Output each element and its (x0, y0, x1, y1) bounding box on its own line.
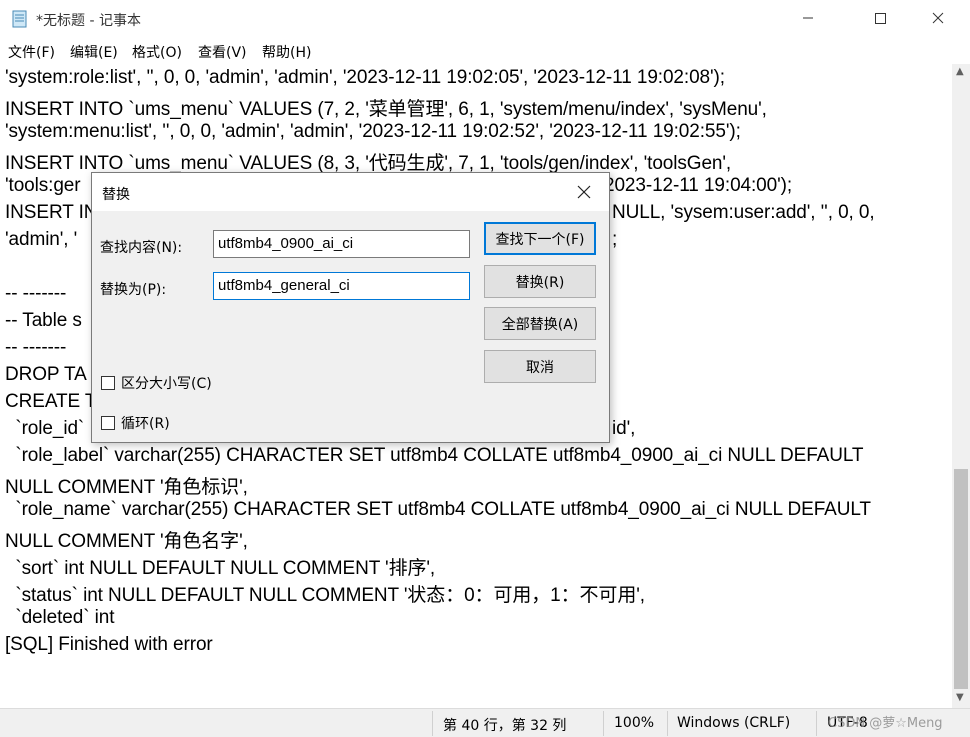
editor-line: -- ------- (5, 283, 67, 304)
menu-bar: 文件(F) 编辑(E) 格式(O) 查看(V) 帮助(H) (0, 38, 970, 64)
replace-all-button[interactable]: 全部替换(A) (484, 307, 596, 340)
replace-button[interactable]: 替换(R) (484, 265, 596, 298)
find-label: 查找内容(N): (100, 240, 183, 256)
title-bar: *无标题 - 记事本 (0, 0, 970, 38)
scroll-up-icon[interactable]: ▲ (956, 66, 964, 77)
editor-line: `role_name` varchar(255) CHARACTER SET u… (5, 499, 871, 520)
maximize-button[interactable] (856, 0, 904, 36)
dialog-title: 替换 (102, 187, 130, 203)
close-icon (577, 185, 591, 199)
editor-line-fragment: id', (612, 418, 636, 439)
editor-line-fragment: 2023-12-11 19:04:00'); (604, 175, 793, 196)
replace-dialog: 替换 查找内容(N): utf8mb4_0900_ai_ci 替换为(P): u… (91, 172, 610, 443)
replace-label: 替换为(P): (100, 282, 167, 298)
status-separator (667, 711, 668, 736)
minimize-button[interactable] (784, 0, 832, 36)
status-separator (816, 711, 817, 736)
editor-line: `role_label` varchar(255) CHARACTER SET … (5, 445, 864, 466)
match-case-checkbox[interactable] (101, 376, 115, 390)
notepad-icon (10, 9, 30, 29)
menu-format[interactable]: 格式(O) (132, 42, 182, 62)
wrap-label: 循环(R) (121, 416, 170, 432)
editor-line: -- Table s (5, 310, 82, 331)
editor-line: 'tools:ger (5, 175, 81, 196)
watermark: CSDN @萝☆Meng (828, 716, 943, 731)
menu-edit[interactable]: 编辑(E) (70, 42, 118, 62)
vertical-scrollbar[interactable]: ▲ ▼ (952, 64, 970, 708)
close-button[interactable] (914, 0, 962, 36)
editor-line: 'admin', ' (5, 229, 78, 250)
dialog-close-button[interactable] (570, 179, 598, 205)
wrap-checkbox[interactable] (101, 416, 115, 430)
status-bar: 第 40 行，第 32 列 100% Windows (CRLF) UTF-8 (0, 708, 970, 737)
scroll-down-icon[interactable]: ▼ (956, 692, 964, 703)
editor-line: `role_id` (5, 418, 85, 439)
match-case-option[interactable]: 区分大小写(C) (101, 373, 212, 393)
match-case-label: 区分大小写(C) (121, 376, 212, 392)
wrap-option[interactable]: 循环(R) (101, 413, 170, 433)
dialog-title-bar: 替换 (92, 173, 609, 211)
editor-line: -- ------- (5, 337, 67, 358)
menu-file[interactable]: 文件(F) (8, 42, 55, 62)
editor-line: [SQL] Finished with error (5, 634, 213, 655)
window-title: *无标题 - 记事本 (36, 13, 141, 29)
menu-view[interactable]: 查看(V) (198, 42, 247, 62)
cancel-button[interactable]: 取消 (484, 350, 596, 383)
editor-line: NULL COMMENT '角色名字', (5, 531, 248, 552)
editor-line: NULL COMMENT '角色标识', (5, 477, 248, 498)
editor-line: DROP TA (5, 364, 87, 385)
menu-help[interactable]: 帮助(H) (262, 42, 311, 62)
status-separator (432, 711, 433, 736)
editor-line: `sort` int NULL DEFAULT NULL COMMENT '排序… (5, 558, 436, 579)
replace-input[interactable]: utf8mb4_general_ci (213, 272, 470, 300)
status-zoom: 100% (614, 715, 655, 731)
editor-line: INSERT IN (5, 202, 98, 223)
status-separator (603, 711, 604, 736)
find-input[interactable]: utf8mb4_0900_ai_ci (213, 230, 470, 258)
scrollbar-thumb[interactable] (954, 469, 968, 689)
status-position: 第 40 行，第 32 列 (443, 718, 567, 734)
editor-line: `status` int NULL DEFAULT NULL COMMENT '… (5, 585, 645, 606)
editor-line: 'system:menu:list', '', 0, 0, 'admin', '… (5, 121, 741, 142)
editor-line: `deleted` int (5, 607, 115, 628)
editor-line: CREATE T (5, 391, 97, 412)
find-next-button[interactable]: 查找下一个(F) (484, 222, 596, 255)
editor-line: 'system:role:list', '', 0, 0, 'admin', '… (5, 67, 725, 88)
editor-line-fragment: ; (612, 229, 618, 250)
editor-line-fragment: NULL, 'sysem:user:add', '', 0, 0, (612, 202, 875, 223)
status-line-ending: Windows (CRLF) (677, 715, 791, 731)
editor-line: INSERT INTO `ums_menu` VALUES (8, 3, '代码… (5, 153, 732, 174)
editor-line: INSERT INTO `ums_menu` VALUES (7, 2, '菜单… (5, 99, 767, 120)
